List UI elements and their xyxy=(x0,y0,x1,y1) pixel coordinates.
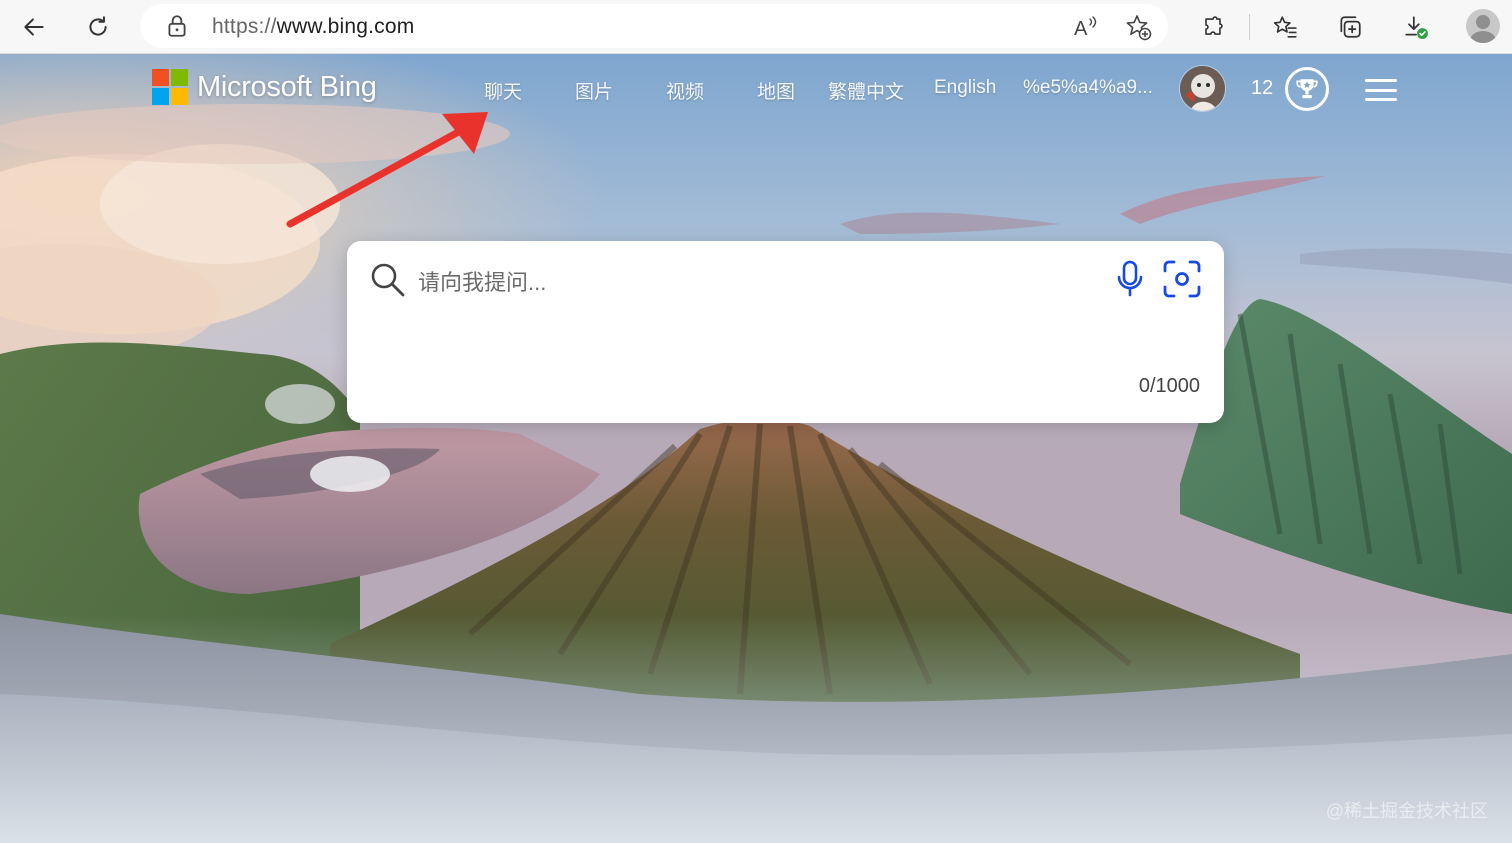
nav-traditional-chinese[interactable]: 繁體中文 xyxy=(828,77,904,104)
add-favorite-icon[interactable] xyxy=(1124,13,1152,41)
read-aloud-icon[interactable]: A xyxy=(1072,13,1100,41)
logo-square-blue xyxy=(152,88,169,105)
bing-homepage: Microsoft Bing 聊天 图片 视频 地图 繁體中文 English … xyxy=(0,54,1512,843)
favorites-button[interactable] xyxy=(1265,7,1305,47)
bing-logo[interactable]: Microsoft Bing xyxy=(152,69,377,105)
nav-chat[interactable]: 聊天 xyxy=(484,77,522,104)
nav-videos[interactable]: 视频 xyxy=(666,77,704,104)
nav-images[interactable]: 图片 xyxy=(575,77,613,104)
extensions-icon xyxy=(1205,16,1223,35)
downloads-icon xyxy=(1405,16,1428,39)
search-icon xyxy=(371,263,405,297)
nav-maps[interactable]: 地图 xyxy=(757,77,795,104)
rewards-trophy-icon xyxy=(1296,79,1318,99)
refresh-button[interactable] xyxy=(78,7,118,47)
menu-bar-3 xyxy=(1365,98,1397,101)
watermark: @稀土掘金技术社区 xyxy=(1325,801,1488,821)
refresh-icon xyxy=(89,16,107,36)
svg-text:A: A xyxy=(1074,18,1088,40)
nav-english[interactable]: English xyxy=(934,77,996,99)
profile-icon[interactable] xyxy=(1466,9,1500,43)
toolbar-divider xyxy=(1249,14,1250,40)
favorites-icon xyxy=(1273,16,1297,38)
url-text[interactable]: https://www.bing.com xyxy=(212,15,414,39)
back-button[interactable] xyxy=(14,7,54,47)
microsoft-logo-icon xyxy=(152,69,188,105)
logo-square-red xyxy=(152,69,169,86)
back-arrow-icon xyxy=(24,18,44,36)
menu-bar-1 xyxy=(1365,79,1397,82)
address-bar[interactable]: https://www.bing.com A xyxy=(140,4,1168,48)
downloads-button[interactable] xyxy=(1396,7,1436,47)
background-landscape-image xyxy=(0,54,1512,843)
visual-search-icon[interactable] xyxy=(1162,259,1202,299)
search-placeholder[interactable]: 请向我提问... xyxy=(418,265,546,297)
chat-search-box[interactable]: 请向我提问... 0/1000 xyxy=(347,241,1224,423)
microphone-icon[interactable] xyxy=(1113,259,1147,299)
rewards-points[interactable]: 12 xyxy=(1251,77,1273,100)
logo-text: Microsoft Bing xyxy=(197,70,377,103)
menu-bar-2 xyxy=(1365,88,1397,92)
logo-square-green xyxy=(171,69,188,86)
character-counter: 0/1000 xyxy=(1138,375,1200,397)
collections-button[interactable] xyxy=(1330,7,1370,47)
rewards-button[interactable] xyxy=(1285,67,1329,111)
url-host: www.bing.com xyxy=(276,15,415,38)
hamburger-menu-icon[interactable] xyxy=(1365,79,1397,101)
browser-toolbar: https://www.bing.com A xyxy=(0,0,1512,54)
avatar[interactable] xyxy=(1179,65,1226,112)
logo-square-yellow xyxy=(171,88,188,105)
avatar-image xyxy=(1180,66,1225,111)
collections-icon xyxy=(1340,16,1361,38)
url-scheme: https:// xyxy=(212,15,277,38)
nav-more-region[interactable]: %e5%a4%a9... xyxy=(1023,77,1153,99)
extensions-button[interactable] xyxy=(1194,7,1234,47)
lock-icon[interactable] xyxy=(164,13,190,39)
